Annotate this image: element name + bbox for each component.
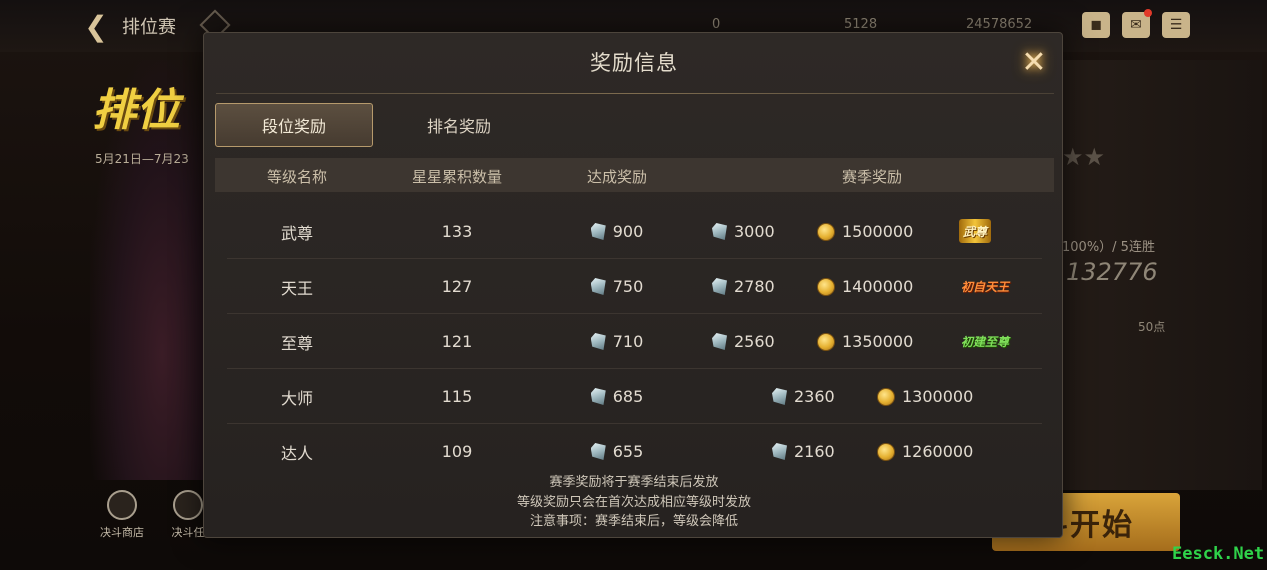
gem-icon: [590, 333, 606, 350]
coin-icon: [877, 387, 895, 406]
tab-tier-rewards[interactable]: 段位奖励: [215, 103, 373, 147]
currency-a: 0: [712, 17, 721, 32]
event-date: 5月21日—7月23: [95, 152, 189, 166]
season-gem-reward: 2780: [712, 259, 775, 314]
season-coin-reward: 1400000: [817, 259, 913, 314]
gem-icon: [712, 278, 727, 295]
coin-icon: [817, 332, 835, 351]
coin-icon: [817, 277, 835, 296]
table-row: 天王 127 750 2780 1400000 初自天王: [227, 259, 1042, 314]
season-coin-reward: 1500000: [817, 204, 913, 259]
tab-ranking-rewards[interactable]: 排名奖励: [380, 103, 538, 147]
table-row: 达人 109 655 2160 1260000: [227, 424, 1042, 465]
star-count: 121: [441, 332, 473, 351]
tier-name: 至尊: [280, 333, 313, 353]
tier-name: 武尊: [280, 223, 313, 243]
watermark: Eesck.Net: [1172, 544, 1265, 564]
gem-icon: [590, 278, 606, 295]
season-gem-reward: 2160: [772, 424, 835, 465]
gem-icon: [712, 333, 727, 350]
table-row: 武尊 133 900 3000 1500000 武尊: [227, 204, 1042, 259]
currency-c: 24578652: [966, 17, 1033, 32]
gem-icon: [772, 388, 787, 405]
tier-name: 达人: [280, 443, 313, 463]
gem-icon: [590, 223, 606, 240]
column-header-stars: 星星累积数量: [411, 168, 502, 186]
season-gem-reward: 3000: [712, 204, 775, 259]
season-coin-reward: 1260000: [877, 424, 973, 465]
note-line: 注意事项：赛季结束后，等级会降低: [529, 514, 738, 529]
column-header-season-reward: 赛季奖励: [841, 168, 902, 186]
coin-icon: [817, 222, 835, 241]
coin-icon: [877, 442, 895, 461]
reward-table[interactable]: 武尊 133 900 3000 1500000 武尊 天王 127 750 27…: [215, 192, 1054, 465]
title-badge: 初建至尊: [961, 334, 1010, 349]
gem-icon: [772, 443, 787, 460]
reach-reward: 710: [547, 314, 687, 369]
chat-icon[interactable]: ☰: [1162, 12, 1190, 38]
title-badge: 初自天王: [961, 279, 1010, 294]
reach-reward: 900: [547, 204, 687, 259]
event-title: 排位: [92, 85, 180, 136]
season-gem-reward: 2360: [772, 369, 835, 424]
title-badge: 武尊: [959, 219, 992, 243]
tier-name: 大师: [280, 388, 313, 408]
dialog-title: 奖励信息: [590, 51, 678, 75]
bag-icon[interactable]: ◼: [1082, 12, 1110, 38]
note-line: 赛季奖励将于赛季结束后发放: [549, 475, 719, 490]
season-coin-reward: 1350000: [817, 314, 913, 369]
season-gem-reward: 2560: [712, 314, 775, 369]
star-count: 133: [441, 222, 473, 241]
table-row: 至尊 121 710 2560 1350000 初建至尊: [227, 314, 1042, 369]
win-rate: 100%）/ 5连胜: [1062, 240, 1155, 255]
tier-name: 天王: [280, 278, 313, 298]
table-header: 等级名称 星星累积数量 达成奖励 赛季奖励: [215, 158, 1054, 192]
star-count: 127: [441, 277, 473, 296]
rank-stars-icon: ★★: [1062, 143, 1106, 171]
gem-icon: [590, 443, 606, 460]
shop-label: 决斗商店: [100, 526, 144, 539]
gem-icon: [590, 388, 606, 405]
task-label: 决斗任: [171, 526, 205, 539]
star-count: 115: [441, 387, 473, 406]
rank-points: 50点: [1138, 320, 1166, 334]
season-coin-reward: 1300000: [877, 369, 973, 424]
mail-icon[interactable]: ✉: [1122, 9, 1152, 38]
reach-reward: 750: [547, 259, 687, 314]
star-count: 109: [441, 442, 473, 461]
page-title: 排位赛: [122, 17, 176, 38]
reward-notes: 赛季奖励将于赛季结束后发放 等级奖励只会在首次达成相应等级时发放 注意事项：赛季…: [204, 473, 1064, 532]
notification-dot: [1144, 9, 1152, 17]
close-icon[interactable]: ✕: [1014, 42, 1054, 82]
rank-score: 132776: [1066, 258, 1158, 286]
gem-icon: [712, 223, 727, 240]
note-line: 等级奖励只会在首次达成相应等级时发放: [516, 494, 751, 510]
table-row: 大师 115 685 2360 1300000: [227, 369, 1042, 424]
column-header-name: 等级名称: [266, 168, 327, 186]
reach-reward: 655: [547, 424, 687, 465]
currency-b: 5128: [844, 17, 878, 32]
shop-button[interactable]: 决斗商店: [92, 490, 152, 540]
back-arrow-icon[interactable]: ❮: [78, 8, 114, 44]
column-header-reach-reward: 达成奖励: [586, 168, 647, 186]
reward-info-dialog: 奖励信息 ✕ 段位奖励 排名奖励 等级名称 星星累积数量 达成奖励 赛季奖励 武…: [203, 32, 1063, 538]
title-divider: [216, 93, 1054, 94]
task-icon: [173, 490, 203, 520]
reach-reward: 685: [547, 369, 687, 424]
shop-icon: [107, 490, 137, 520]
